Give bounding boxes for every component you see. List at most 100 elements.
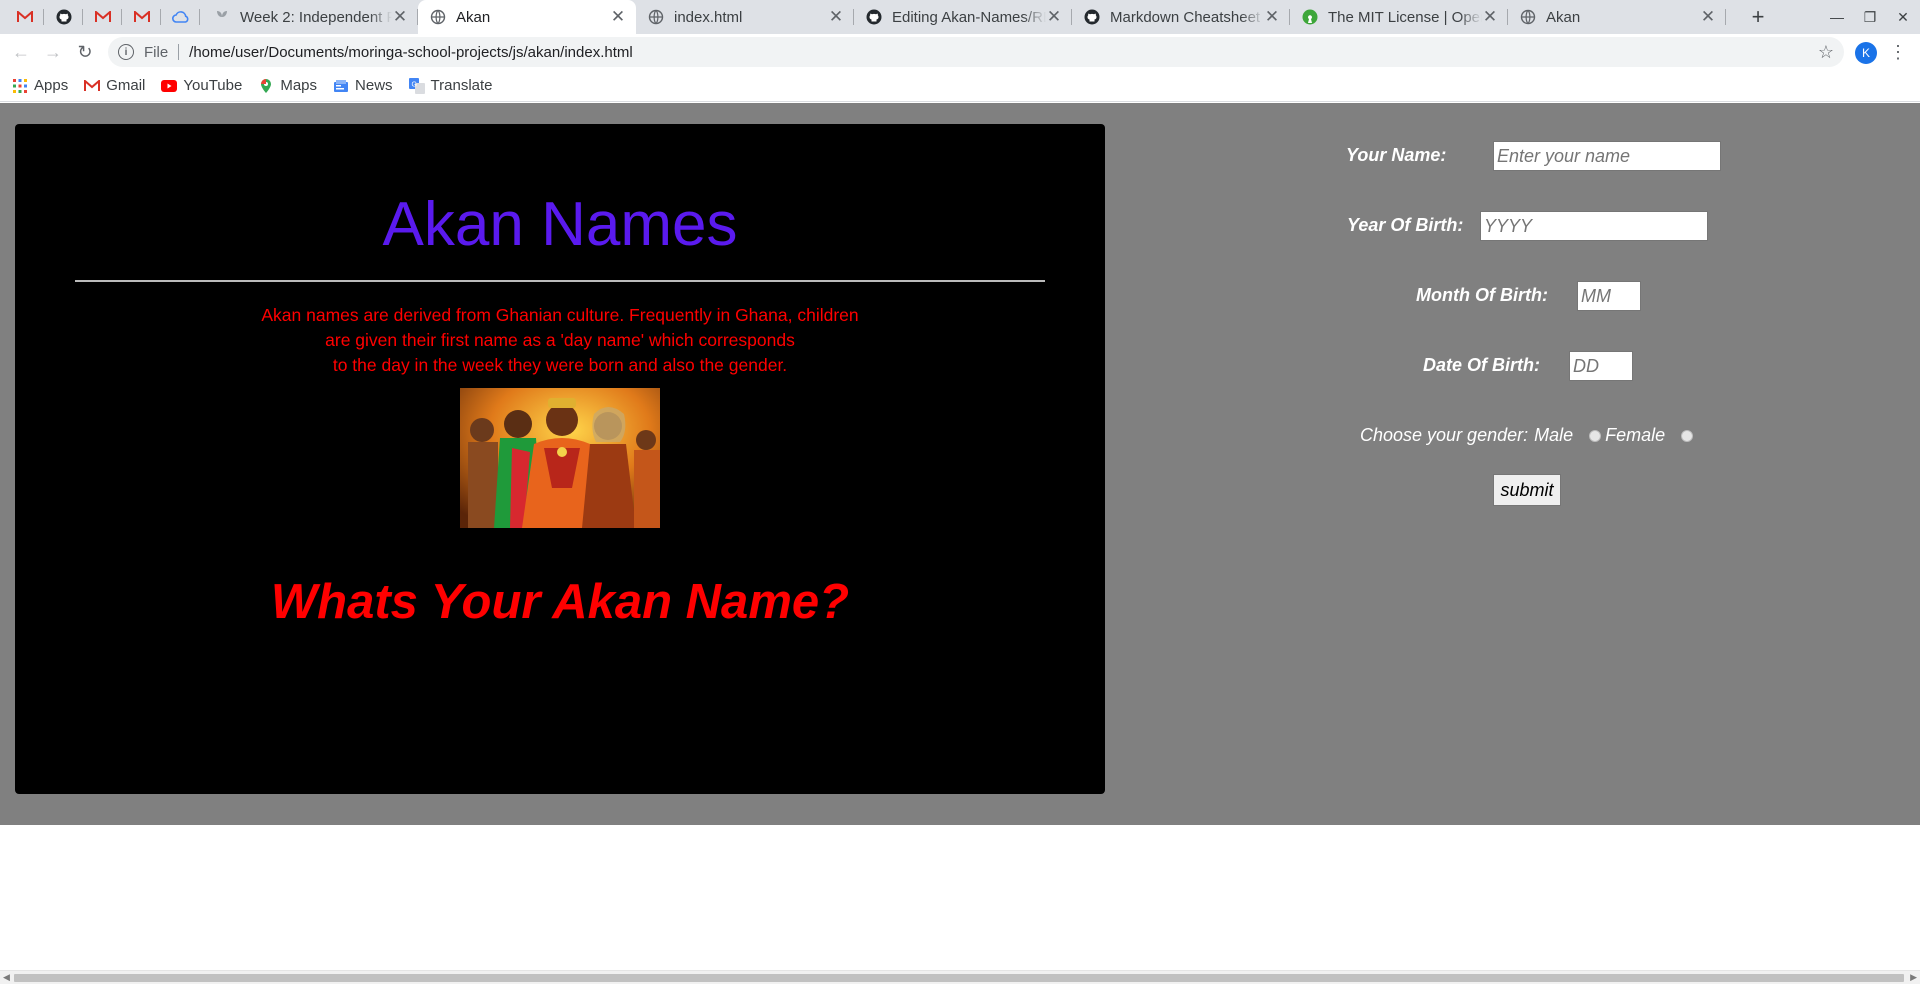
tab-title: Akan — [456, 8, 491, 26]
year-input[interactable] — [1480, 211, 1708, 241]
akan-form: Your Name: Year Of Birth: Month Of Birth… — [1105, 103, 1920, 825]
minimize-icon[interactable]: — — [1820, 0, 1854, 34]
forward-arrow-icon[interactable]: → — [40, 39, 66, 65]
gmail-icon — [17, 11, 33, 22]
tab-title: index.html — [674, 8, 743, 26]
month-input[interactable] — [1577, 281, 1641, 311]
close-tab-icon[interactable]: ✕ — [1700, 7, 1716, 27]
divider — [75, 280, 1045, 282]
close-tab-icon[interactable]: ✕ — [828, 7, 844, 27]
gmail-icon — [84, 78, 101, 94]
male-radio[interactable] — [1589, 429, 1602, 442]
back-arrow-icon[interactable]: ← — [8, 39, 34, 65]
tab-title: Akan — [1546, 8, 1581, 26]
github-icon — [866, 9, 882, 25]
bookmark-label: Maps — [280, 77, 318, 94]
description-line: are given their first name as a 'day nam… — [325, 330, 795, 350]
close-tab-icon[interactable]: ✕ — [1482, 7, 1498, 27]
news-icon — [333, 78, 349, 94]
tab-mit-license[interactable]: The MIT License | Open Source ✕ — [1290, 0, 1508, 34]
info-icon[interactable]: i — [118, 44, 134, 60]
bookmark-youtube[interactable]: YouTube — [161, 77, 242, 94]
address-bar[interactable]: i File /home/user/Documents/moringa-scho… — [108, 37, 1844, 67]
url-scheme: File — [144, 43, 169, 61]
close-tab-icon[interactable]: ✕ — [1046, 7, 1062, 27]
description-line: Akan names are derived from Ghanian cult… — [261, 305, 859, 325]
globe-icon — [430, 9, 446, 25]
tagline: Whats Your Akan Name? — [270, 575, 850, 629]
month-label: Month Of Birth: — [1416, 285, 1548, 305]
profile-avatar[interactable]: K — [1855, 42, 1877, 64]
github-icon — [56, 9, 72, 25]
tab-akan-2[interactable]: Akan ✕ — [1508, 0, 1726, 34]
page-title: Akan Names — [382, 190, 738, 259]
scroll-right-icon[interactable]: ▶ — [1910, 972, 1917, 983]
scroll-left-icon[interactable]: ◀ — [3, 972, 10, 983]
more-menu-icon[interactable]: ⋮ — [1888, 40, 1908, 64]
close-window-icon[interactable]: ✕ — [1886, 0, 1920, 34]
close-tab-icon[interactable]: ✕ — [610, 7, 626, 27]
pinned-tab-gmail-2[interactable] — [84, 0, 122, 34]
submit-button[interactable]: submit — [1493, 474, 1561, 506]
restore-icon[interactable]: ❐ — [1853, 0, 1887, 34]
bookmark-translate[interactable]: G Translate — [408, 77, 493, 94]
tab-week2[interactable]: Week 2: Independent Project ✕ — [202, 0, 418, 34]
bookmark-label: Gmail — [106, 77, 146, 94]
name-input[interactable] — [1493, 141, 1721, 171]
akan-people-image — [460, 388, 660, 528]
year-label: Year Of Birth: — [1347, 215, 1464, 235]
translate-icon: G — [408, 77, 425, 94]
tab-akan-active[interactable]: Akan ✕ — [418, 0, 636, 34]
browser-toolbar: ← → ↻ i File /home/user/Documents/moring… — [0, 34, 1920, 70]
tab-strip: Week 2: Independent Project ✕ Akan ✕ ind… — [0, 0, 1920, 34]
gender-prompt: Choose your gender: — [1360, 425, 1529, 445]
apps-grid-icon — [12, 78, 28, 94]
description-line: to the day in the week they were born an… — [332, 355, 788, 375]
gmail-icon — [134, 11, 150, 22]
intro-card: Akan Names Akan names are derived from G… — [15, 124, 1105, 794]
svg-text:G: G — [411, 81, 416, 88]
tab-title: The MIT License | Open Source — [1328, 8, 1482, 26]
pinned-tab-github[interactable] — [45, 0, 83, 34]
globe-icon — [648, 9, 664, 25]
date-label: Date Of Birth: — [1423, 355, 1540, 375]
bookmark-label: Apps — [34, 77, 69, 94]
date-input[interactable] — [1569, 351, 1633, 381]
female-label: Female — [1605, 425, 1666, 445]
bookmark-news[interactable]: News — [333, 77, 393, 94]
female-radio[interactable] — [1681, 429, 1694, 442]
bookmark-gmail[interactable]: Gmail — [84, 77, 145, 94]
page-body: Akan Names Akan names are derived from G… — [0, 103, 1920, 825]
osi-icon — [1302, 9, 1318, 25]
scrollbar-thumb[interactable] — [14, 974, 1904, 982]
tab-editing-readme[interactable]: Editing Akan-Names/README.md ✕ — [854, 0, 1072, 34]
male-label: Male — [1534, 425, 1574, 445]
globe-icon — [1520, 9, 1536, 25]
url-text[interactable]: /home/user/Documents/moringa-school-proj… — [189, 44, 633, 61]
tab-index-html[interactable]: index.html ✕ — [636, 0, 854, 34]
bookmark-apps[interactable]: Apps — [12, 77, 68, 94]
bookmark-star-icon[interactable]: ☆ — [1818, 42, 1834, 63]
tab-markdown-cheatsheet[interactable]: Markdown Cheatsheet ✕ — [1072, 0, 1290, 34]
close-tab-icon[interactable]: ✕ — [1264, 7, 1280, 27]
cloud-icon — [172, 11, 189, 23]
pinned-tab-cloud[interactable] — [162, 0, 200, 34]
github-icon — [1084, 9, 1100, 25]
maps-icon — [258, 78, 274, 94]
horizontal-scrollbar[interactable]: ◀ ▶ — [0, 970, 1920, 984]
youtube-icon — [161, 78, 178, 94]
gmail-icon — [95, 11, 111, 22]
reload-icon[interactable]: ↻ — [72, 39, 98, 65]
description: Akan names are derived from Ghanian cult… — [15, 303, 1105, 378]
leaf-icon — [217, 11, 227, 24]
pinned-tab-gmail[interactable] — [6, 0, 44, 34]
close-tab-icon[interactable]: ✕ — [392, 7, 408, 27]
bookmark-maps[interactable]: Maps — [258, 77, 317, 94]
new-tab-button[interactable]: + — [1743, 0, 1773, 34]
gender-group: Choose your gender: Male Female — [1360, 425, 1701, 446]
tab-title: Editing Akan-Names/README.md — [892, 8, 1046, 26]
pinned-tab-gmail-3[interactable] — [123, 0, 161, 34]
bookmark-label: Translate — [430, 77, 493, 94]
name-label: Your Name: — [1346, 145, 1447, 165]
bookmark-label: News — [355, 77, 393, 94]
